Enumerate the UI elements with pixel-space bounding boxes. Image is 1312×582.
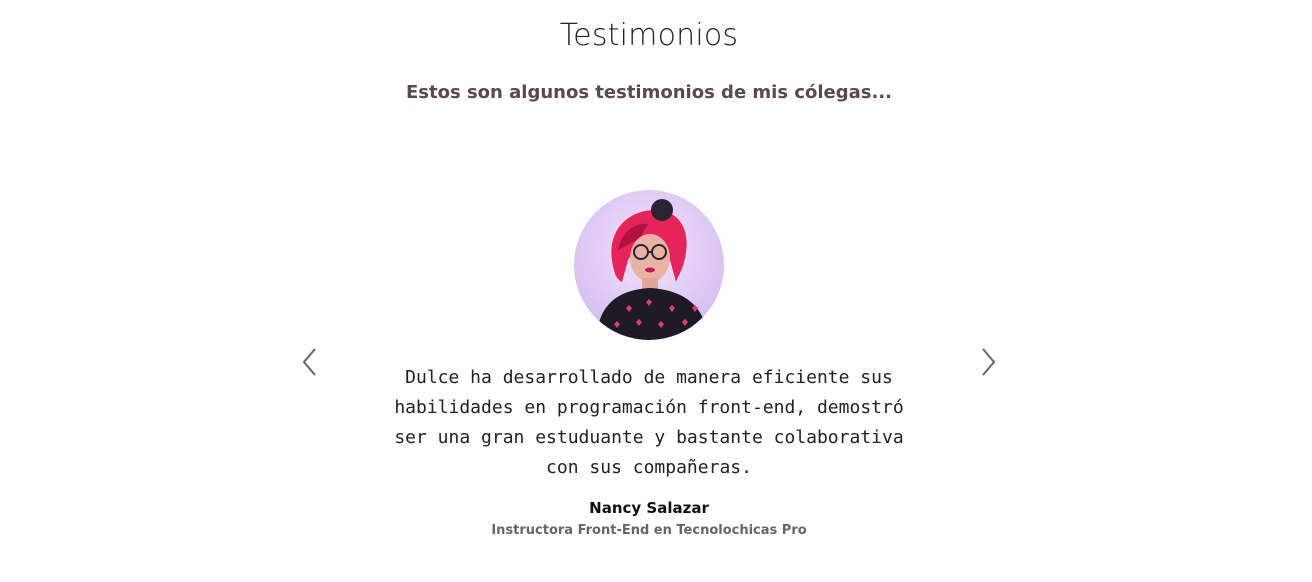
testimonial-quote: Dulce ha desarrollado de manera eficient… (380, 363, 918, 483)
chevron-left-icon (302, 348, 316, 376)
quote-line: ser una gran estuduante y bastante colab… (394, 427, 904, 448)
section-subtitle: Estos son algunos testimonios de mis cól… (406, 82, 892, 103)
testimonial-carousel: Dulce ha desarrollado de manera eficient… (280, 180, 1020, 560)
testimonial-author-name: Nancy Salazar (589, 499, 709, 517)
testimonial-author-role: Instructora Front-End en Tecnolochicas P… (491, 523, 807, 538)
quote-line: con sus compañeras. (546, 457, 752, 478)
testimonial-avatar (574, 190, 724, 340)
section-title: Testimonios (559, 18, 739, 53)
quote-line: habilidades en programación front-end, d… (394, 397, 904, 418)
carousel-prev-button[interactable] (290, 342, 330, 382)
chevron-right-icon (982, 348, 996, 376)
carousel-next-button[interactable] (968, 342, 1008, 382)
quote-line: Dulce ha desarrollado de manera eficient… (405, 367, 893, 388)
